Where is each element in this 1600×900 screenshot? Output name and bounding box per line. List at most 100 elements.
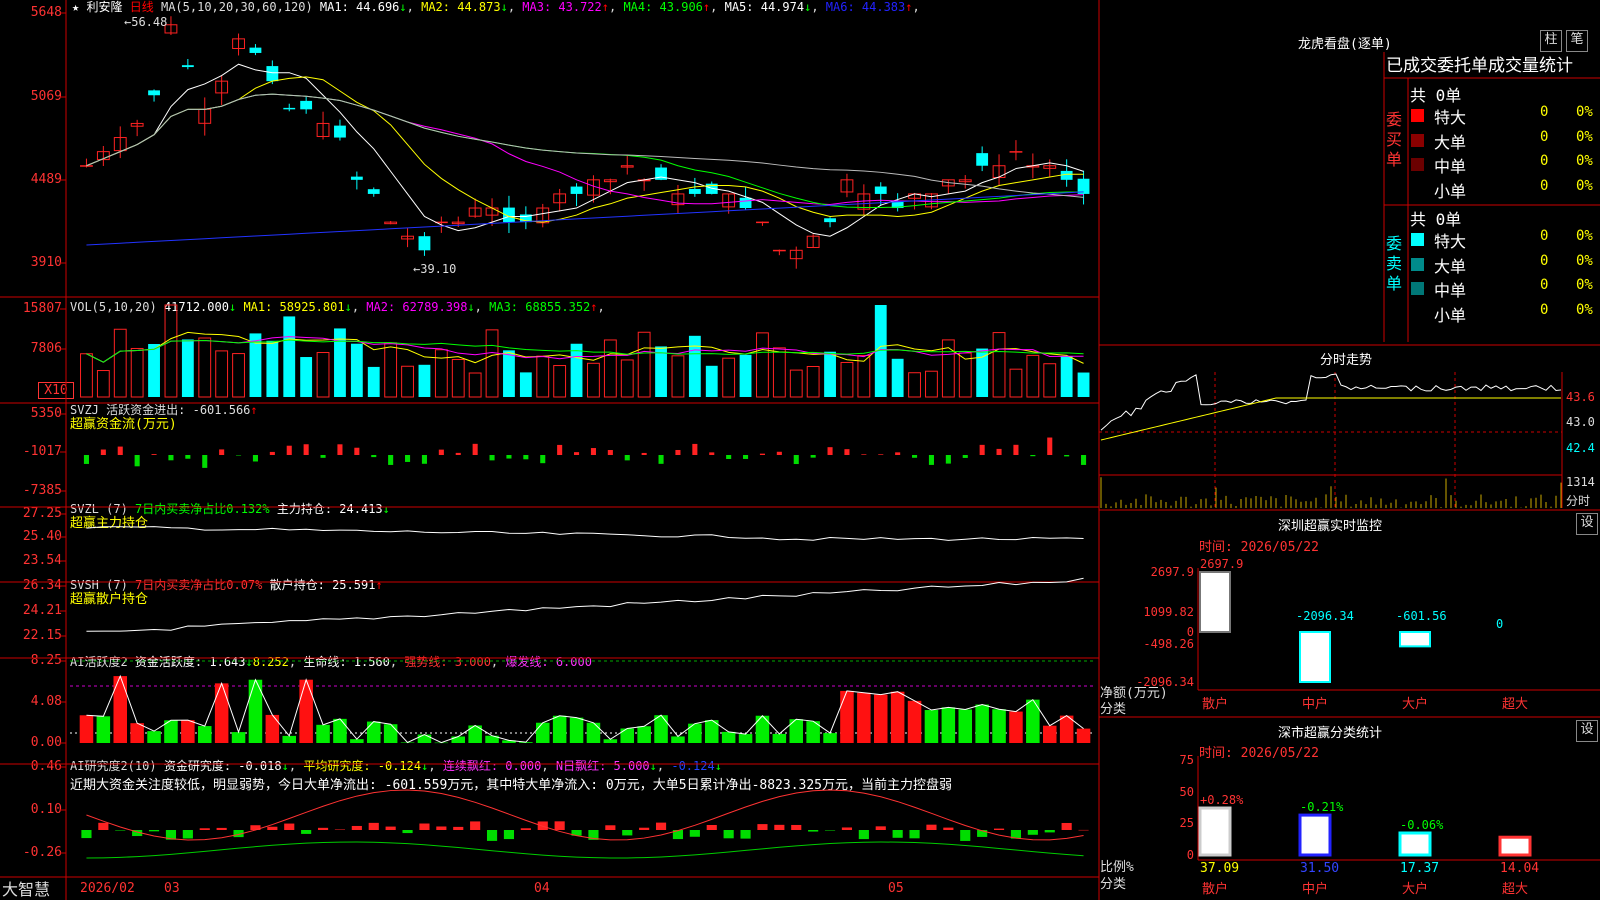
svzj-title: SVZJ <box>70 403 99 417</box>
candle-body <box>485 207 499 216</box>
activity-bar <box>992 709 1006 743</box>
volume-bar <box>401 365 414 398</box>
fund-flow-bar <box>151 454 157 455</box>
research-bar <box>317 827 329 830</box>
volume-bar <box>772 347 786 398</box>
fund-flow-bar <box>354 447 360 455</box>
activity-bar <box>755 715 770 743</box>
fund-flow-bar <box>320 455 326 458</box>
candle-body <box>232 38 245 50</box>
research-bar <box>520 828 531 830</box>
research-bar <box>199 828 210 830</box>
buy-swatch-0 <box>1411 109 1424 122</box>
volume-bar <box>553 365 567 398</box>
fund-flow-bar <box>438 449 444 455</box>
star-icon[interactable]: ★ <box>72 0 79 14</box>
research-bar <box>791 824 802 830</box>
svsh-ratio: 7日内买卖净占比0.07% <box>135 578 263 592</box>
sell-row-count: 0 <box>1540 301 1549 318</box>
research-bar <box>689 830 700 837</box>
candle-body <box>503 207 515 223</box>
date-month-05: 05 <box>888 881 904 896</box>
ma-value-4: MA4: 43.906 <box>623 0 703 14</box>
bi-button[interactable]: 笔 <box>1566 30 1588 52</box>
activity-bar <box>840 690 854 743</box>
buy-row-count: 0 <box>1540 104 1549 120</box>
fund-flow-bar <box>168 455 174 461</box>
ma-arrow-2: ↓ <box>500 0 508 14</box>
research-bar <box>132 830 143 837</box>
activity-bar <box>248 679 263 743</box>
fund-flow-bar <box>945 455 951 464</box>
candle-body <box>620 165 634 168</box>
vol-unit-label: X10 <box>38 382 74 399</box>
brand-label[interactable]: 大智慧 <box>2 880 50 900</box>
sell-row-name: 大单 <box>1434 256 1467 276</box>
activity-bar <box>975 704 989 743</box>
research-bar <box>672 830 684 840</box>
activity-bar <box>197 726 212 743</box>
research-bar <box>960 830 971 841</box>
zhu-button[interactable]: 柱 <box>1540 30 1562 52</box>
activity-bar <box>316 724 330 743</box>
y-tick-label: 1099.82 <box>1143 605 1194 619</box>
y-tick-label: -7385 <box>22 483 62 498</box>
stats-title: 已成交委托单成交量统计 <box>1386 56 1573 76</box>
volume-bar <box>722 357 736 398</box>
activity-bar <box>468 725 482 743</box>
volume-bar <box>266 340 279 397</box>
sell-row-name: 特大 <box>1434 232 1467 251</box>
volume-bar <box>434 349 448 398</box>
ai-avg: 平均研究度: -0.124 <box>303 759 422 773</box>
candle-body <box>570 186 583 194</box>
research-bar <box>81 830 92 839</box>
candle-body <box>468 207 482 217</box>
volume-bar <box>655 346 667 397</box>
intraday-vol: 1314 <box>1566 475 1595 489</box>
research-bar <box>841 827 853 830</box>
sz-class-settings-button[interactable]: 设 <box>1576 720 1598 742</box>
y-tick-label: 22.15 <box>22 628 62 643</box>
category-label: 大户 <box>1402 696 1428 712</box>
research-bar <box>808 830 819 832</box>
period-label[interactable]: 日线 <box>130 0 154 14</box>
candle-body <box>384 221 398 225</box>
fund-flow-bar <box>219 449 225 455</box>
fund-flow-bar <box>962 455 968 458</box>
activity-bar <box>688 723 702 743</box>
research-bar <box>639 827 650 830</box>
ai-research-value: 资金研究度: -0.018 <box>163 759 282 773</box>
research-bar <box>875 826 886 830</box>
volume-bar <box>671 355 685 398</box>
candle-body <box>536 207 550 224</box>
activity-bar <box>569 717 584 743</box>
ai-research-header: AI研究度2(10) 资金研究度: -0.018↓, 平均研究度: -0.124… <box>70 759 722 773</box>
candle-body <box>1026 165 1040 168</box>
fund-flow-bar <box>979 444 985 455</box>
vol-ma-arrow-2: ↓ <box>467 300 475 314</box>
activity-bar <box>907 700 922 743</box>
activity-bar <box>214 683 229 743</box>
activity-bar <box>671 736 685 743</box>
candle-body <box>1043 165 1057 169</box>
vol-arrow: ↓ <box>228 300 237 314</box>
fund-flow-bar <box>472 443 478 455</box>
ai-last: -0.124 <box>671 759 715 773</box>
research-bar <box>368 822 379 830</box>
volume-bar <box>756 332 769 398</box>
candle-body <box>840 179 854 193</box>
volume-bar <box>384 342 398 398</box>
sz-monitor-settings-button[interactable]: 设 <box>1576 513 1598 535</box>
activity-bar <box>96 716 111 743</box>
candle-body <box>164 24 178 34</box>
y-tick-label: 3910 <box>30 255 62 270</box>
research-bar <box>977 830 988 837</box>
stock-name: 利安隆 <box>86 0 123 14</box>
candle-body <box>451 221 465 225</box>
research-bar <box>622 830 633 836</box>
candle-body <box>350 176 363 180</box>
ai-burst: 爆发线: 6.000 <box>505 655 592 669</box>
net-amount-bar <box>1399 631 1431 648</box>
category-label: 中户 <box>1302 881 1328 897</box>
fund-flow-bar <box>286 445 292 455</box>
